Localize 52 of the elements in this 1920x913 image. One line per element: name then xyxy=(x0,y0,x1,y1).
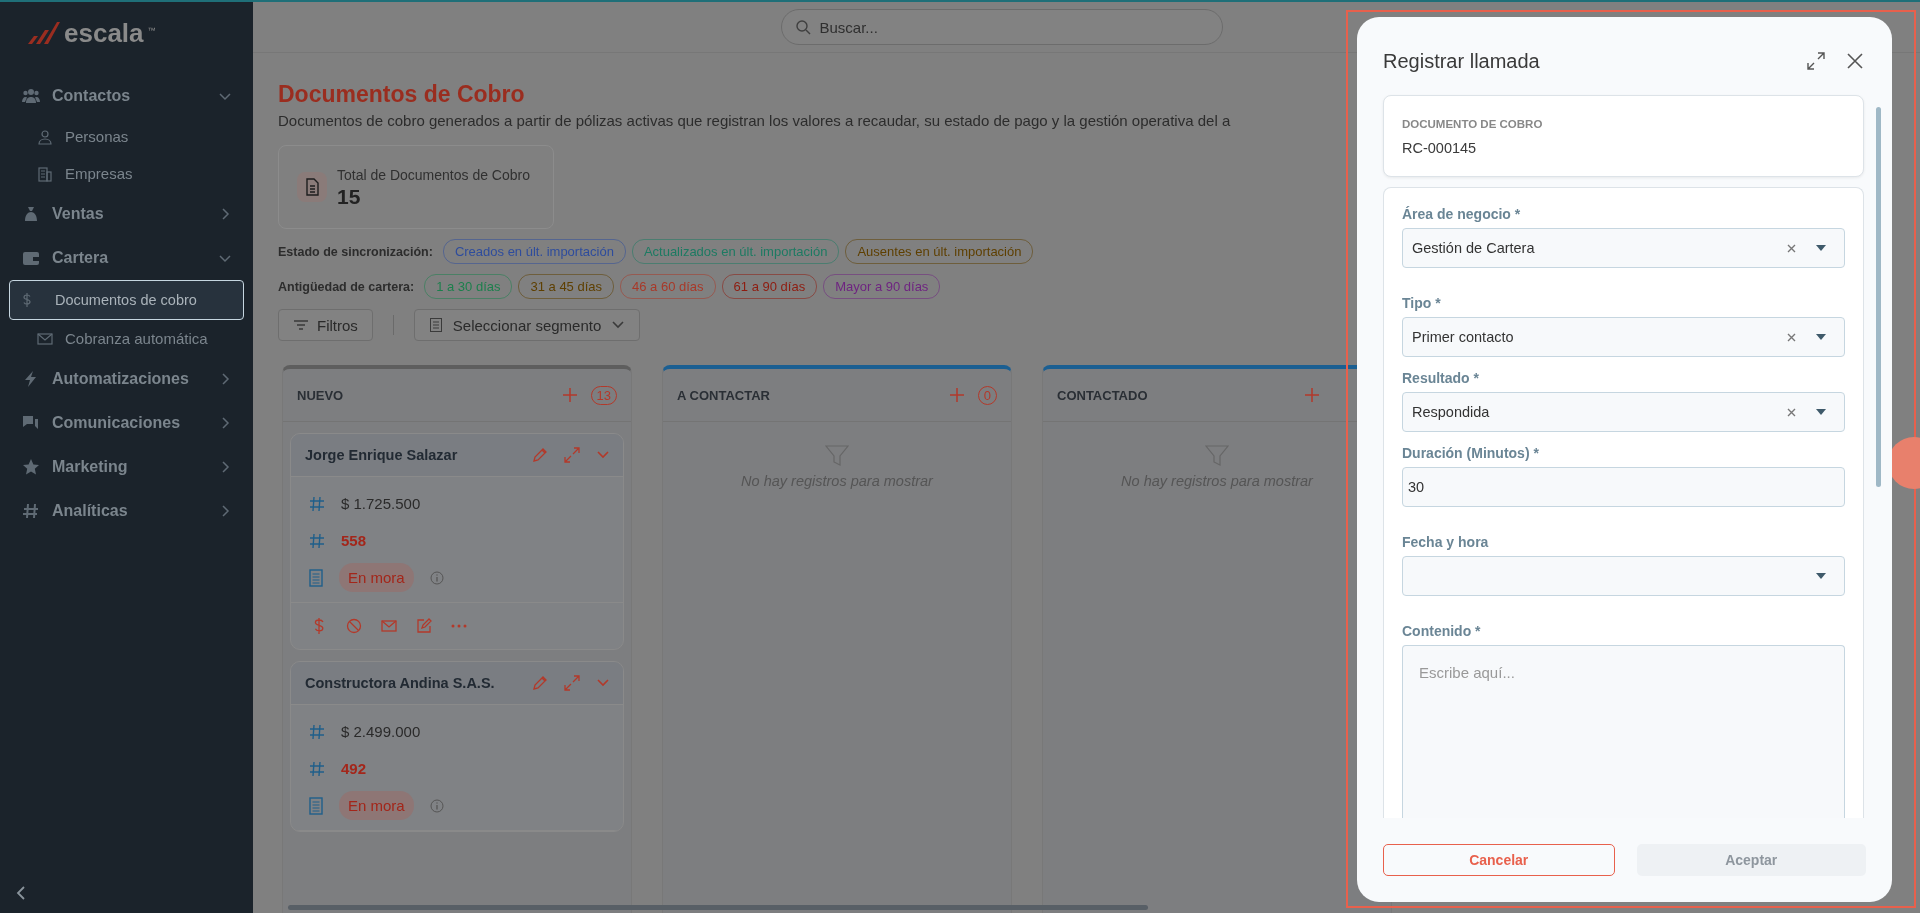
column-title: CONTACTADO xyxy=(1057,387,1149,403)
filter-chip[interactable]: 61 a 90 días xyxy=(721,274,818,299)
document-number: RC-000145 xyxy=(1402,140,1478,156)
document-label: DOCUMENTO DE COBRO xyxy=(1402,118,1544,130)
sidebar-item[interactable]: Marketing xyxy=(9,445,244,489)
amount-text: $ 1.725.500 xyxy=(341,495,421,512)
summary-value: 15 xyxy=(337,184,362,209)
sidebar-item[interactable]: Automatizaciones xyxy=(9,357,244,401)
filter-chip[interactable]: Mayor a 90 días xyxy=(823,274,941,299)
sidebar-subitem[interactable]: Empresas xyxy=(9,155,244,192)
days-text: 558 xyxy=(341,532,367,549)
segment-select[interactable]: Seleccionar segmento xyxy=(413,309,641,341)
sidebar-item[interactable]: Contactos xyxy=(9,74,244,118)
page-title: Documentos de Cobro xyxy=(278,81,526,108)
status-pill: En mora xyxy=(339,791,414,820)
select-field[interactable]: Respondida xyxy=(1402,392,1845,432)
card-title: Jorge Enrique Salazar xyxy=(305,447,459,463)
filter-chip[interactable]: Ausentes en últ. importación xyxy=(845,239,1034,264)
filter-label: Estado de sincronización: xyxy=(278,244,433,259)
sidebar-item[interactable]: Cartera xyxy=(9,236,244,280)
logo-text: escala xyxy=(64,20,144,46)
sidebar-item[interactable]: Comunicaciones xyxy=(9,401,244,445)
page-description: Documentos de cobro generados a partir de pólizas activas que registran los valores a recaudar, su estado de pago y la gestión operativa del a xyxy=(278,112,1231,129)
trademark: ™ xyxy=(147,26,156,35)
filter-label: Antigüedad de cartera: xyxy=(278,279,415,294)
sidebar-subitem[interactable]: Personas xyxy=(9,118,244,155)
field-label: Contenido * xyxy=(1402,623,1482,639)
status-pill: En mora xyxy=(339,563,414,592)
field-label: Fecha y hora xyxy=(1402,534,1490,550)
input-field[interactable]: 30 xyxy=(1402,467,1845,507)
field-label: Área de negocio * xyxy=(1402,206,1522,222)
field-label: Duración (Minutos) * xyxy=(1402,445,1540,461)
filters-button[interactable]: Filtros xyxy=(278,309,373,341)
search-field[interactable]: Buscar... xyxy=(780,9,1223,45)
field-label: Tipo * xyxy=(1402,295,1442,311)
sidebar-subitem[interactable]: Documentos de cobro xyxy=(9,280,244,320)
summary-label: Total de Documentos de Cobro xyxy=(337,165,530,185)
sidebar-item[interactable]: Ventas xyxy=(9,192,244,236)
select-field[interactable]: Primer contacto xyxy=(1402,317,1845,357)
field-label: Resultado * xyxy=(1402,370,1481,386)
sidebar-subitem[interactable]: Cobranza automática xyxy=(9,320,244,357)
column-title: NUEVO xyxy=(297,387,345,403)
text-area[interactable]: Escribe aquí... xyxy=(1402,645,1845,818)
column-title: A CONTACTAR xyxy=(677,387,771,403)
select-field[interactable]: Gestión de Cartera xyxy=(1402,228,1845,268)
days-text: 492 xyxy=(341,760,367,777)
filter-chip[interactable]: 31 a 45 días xyxy=(518,274,615,299)
cancel-button[interactable]: Cancelar xyxy=(1383,844,1615,876)
sidebar-item[interactable]: Analíticas xyxy=(9,489,244,533)
amount-text: $ 2.499.000 xyxy=(341,723,421,740)
card-title: Constructora Andina S.A.S. xyxy=(305,675,496,691)
dialog-title: Registrar llamada xyxy=(1383,49,1541,73)
